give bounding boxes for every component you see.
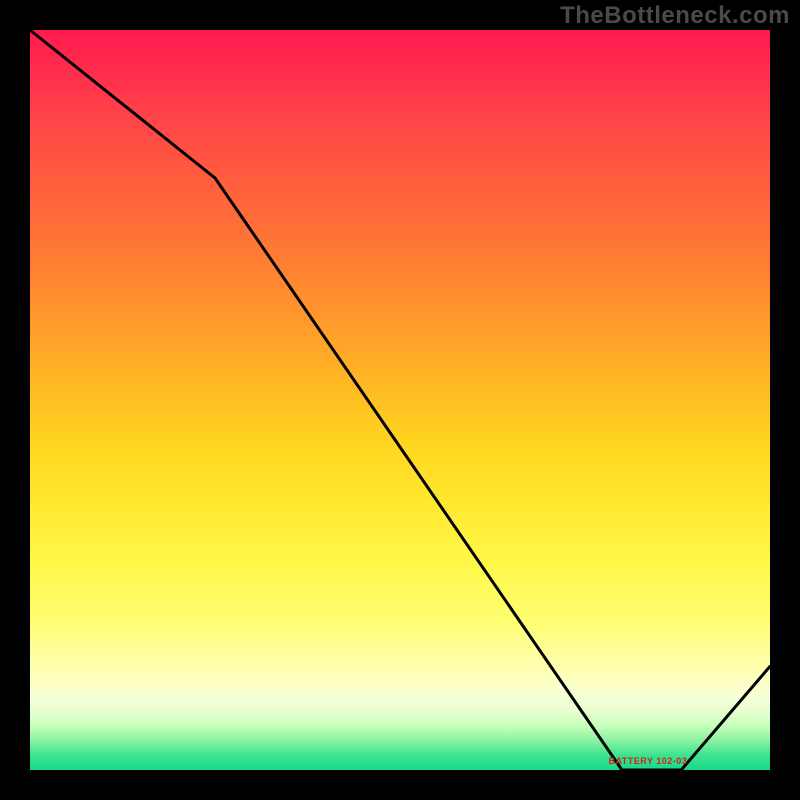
bottleneck-curve — [30, 30, 770, 770]
chart-container: TheBottleneck.com BATTERY 102-03 — [0, 0, 800, 800]
plot-area: BATTERY 102-03 — [30, 30, 770, 770]
watermark-text: TheBottleneck.com — [560, 2, 790, 30]
chart-svg — [30, 30, 770, 770]
baseline-marker-label: BATTERY 102-03 — [608, 756, 687, 766]
